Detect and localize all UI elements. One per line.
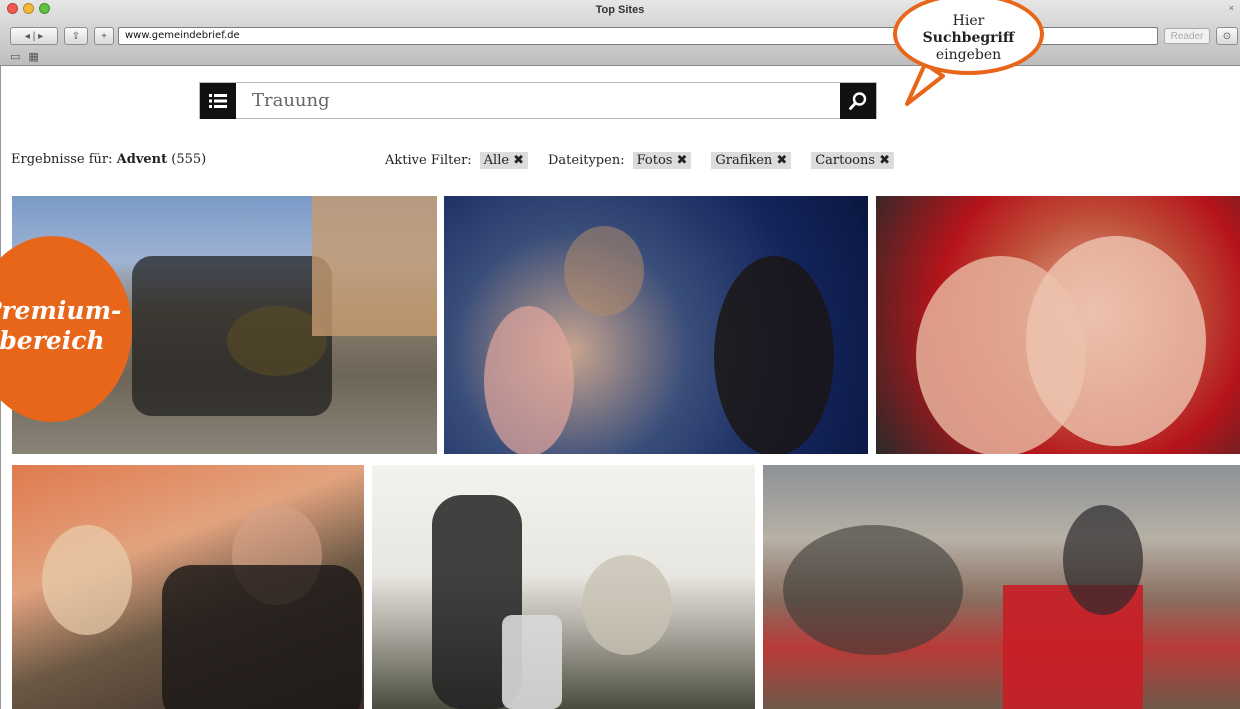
search-button[interactable] bbox=[840, 83, 876, 119]
search-bar: Trauung bbox=[199, 82, 877, 119]
results-summary: Ergebnisse für: Advent (555) bbox=[11, 152, 206, 167]
top-sites-grid-icon[interactable]: ▦ bbox=[28, 50, 46, 63]
reader-button[interactable]: Reader bbox=[1164, 28, 1210, 44]
downloads-icon: ⊙ bbox=[1222, 30, 1232, 42]
active-filters: Aktive Filter: Alle ✖ Dateitypen: Fotos … bbox=[385, 152, 906, 169]
category-menu-button[interactable] bbox=[200, 83, 236, 119]
remove-filter-icon[interactable]: ✖ bbox=[776, 153, 787, 168]
file-types-label: Dateitypen: bbox=[547, 153, 625, 168]
browser-toolbar: Top Sites × ◂ | ▸ ⇪ + www.gemeindebrief.… bbox=[0, 0, 1240, 66]
downloads-button[interactable]: ⊙ bbox=[1216, 27, 1238, 45]
photo-hands-rings[interactable] bbox=[876, 196, 1240, 454]
filter-chip-label: Cartoons bbox=[815, 153, 876, 168]
remove-filter-icon[interactable]: ✖ bbox=[879, 153, 890, 168]
results-term: Advent bbox=[116, 152, 168, 167]
filter-chip-label: Fotos bbox=[636, 153, 673, 168]
badge-line-1: Premium- bbox=[0, 296, 122, 325]
close-icon[interactable]: × bbox=[1229, 3, 1234, 13]
photo-hall-ceremony[interactable] bbox=[763, 465, 1240, 709]
callout-line-1: Hier bbox=[952, 13, 985, 29]
plus-icon: + bbox=[101, 30, 107, 42]
magnifier-icon bbox=[849, 92, 867, 110]
back-arrow-icon[interactable]: ◂ bbox=[25, 31, 30, 42]
remove-filter-icon[interactable]: ✖ bbox=[676, 153, 687, 168]
add-bookmark-button[interactable]: + bbox=[94, 27, 114, 45]
remove-filter-icon[interactable]: ✖ bbox=[513, 153, 524, 168]
photo-couple-confetti[interactable] bbox=[444, 196, 868, 454]
back-forward-buttons[interactable]: ◂ | ▸ bbox=[10, 27, 58, 45]
results-count: (555) bbox=[171, 152, 207, 167]
forward-arrow-icon[interactable]: ▸ bbox=[38, 31, 43, 42]
filter-chip-cartoons[interactable]: Cartoons ✖ bbox=[811, 152, 894, 169]
filter-chip-label: Alle bbox=[483, 153, 510, 168]
callout-line-3: eingeben bbox=[935, 47, 1002, 63]
bookmark-bar-icons: ▭▦ bbox=[10, 50, 47, 63]
share-icon: ⇪ bbox=[71, 30, 81, 42]
active-filter-label: Aktive Filter: bbox=[385, 153, 472, 168]
search-hint-callout: Hier Suchbegriff eingeben bbox=[893, 0, 1044, 75]
filter-chip-alle[interactable]: Alle ✖ bbox=[479, 152, 528, 169]
filter-chip-label: Grafiken bbox=[715, 153, 773, 168]
results-prefix: Ergebnisse für: bbox=[11, 152, 113, 167]
window-title: Top Sites bbox=[595, 4, 645, 16]
share-button[interactable]: ⇪ bbox=[64, 27, 88, 45]
photo-pastor-confetti[interactable] bbox=[12, 465, 364, 709]
badge-line-2: bereich bbox=[0, 326, 105, 355]
list-icon bbox=[209, 94, 227, 108]
callout-line-2: Suchbegriff bbox=[922, 30, 1015, 46]
filter-chip-grafiken[interactable]: Grafiken ✖ bbox=[711, 152, 792, 169]
photo-tent-ceremony[interactable] bbox=[372, 465, 755, 709]
filter-chip-fotos[interactable]: Fotos ✖ bbox=[632, 152, 692, 169]
search-input[interactable]: Trauung bbox=[252, 83, 330, 119]
reading-list-icon[interactable]: ▭ bbox=[10, 50, 28, 63]
